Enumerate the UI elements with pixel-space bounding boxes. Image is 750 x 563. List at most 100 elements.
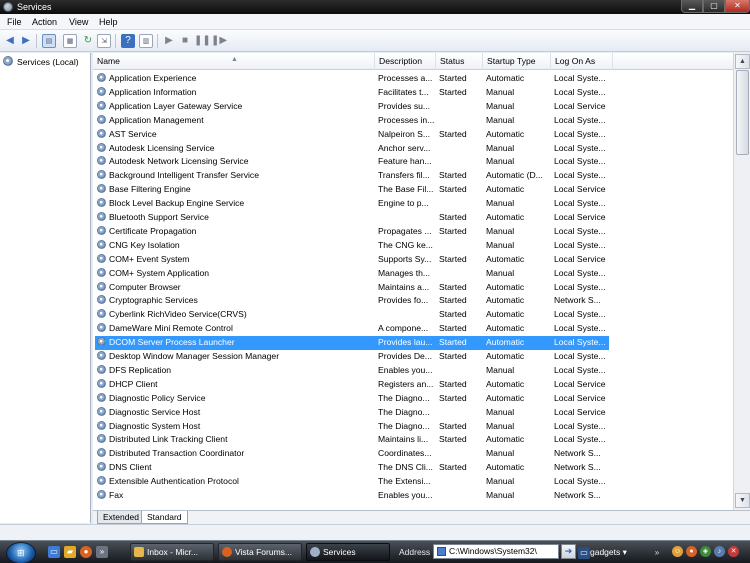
table-row[interactable]: Fax Enables you... Manual Network S... <box>93 489 738 503</box>
tab-extended[interactable]: Extended <box>97 511 145 524</box>
gear-icon <box>97 406 106 416</box>
table-row[interactable]: Background Intelligent Transfer Service T… <box>93 169 738 183</box>
minimize-button[interactable]: ▁ <box>681 0 703 13</box>
gear-icon <box>97 212 106 221</box>
service-log-on-as-text: Local Syste... <box>554 281 606 292</box>
restart-icon[interactable]: ❚▶ <box>211 34 227 48</box>
toolbar-separator <box>115 34 116 48</box>
table-row[interactable]: Application Layer Gateway Service Provide… <box>93 100 738 114</box>
forward-icon[interactable]: ▶ <box>19 34 33 48</box>
table-row[interactable]: Extensible Authentication Protocol The Ex… <box>93 475 738 489</box>
service-description-text: The DNS Cli... <box>378 462 433 473</box>
table-row[interactable]: Certificate Propagation Propagates ... Sta… <box>93 225 738 239</box>
service-description: Maintains li... <box>378 433 434 447</box>
table-row[interactable]: AST Service Nalpeiron S... Started Automati… <box>93 128 738 142</box>
address-toolbar-input[interactable]: C:\Windows\System32\ <box>433 544 559 559</box>
tab-standard[interactable]: Standard <box>141 511 188 524</box>
table-row[interactable]: Application Management Processes in... Man… <box>93 114 738 128</box>
properties-icon[interactable]: ▦ <box>63 34 77 48</box>
service-name: DCOM Server Process Launcher <box>97 336 375 350</box>
scroll-down-icon[interactable]: ▼ <box>735 493 750 508</box>
table-row[interactable]: Bluetooth Support Service Started Automati… <box>93 211 738 225</box>
table-row[interactable]: COM+ System Application Manages th... Manu… <box>93 267 738 281</box>
table-row[interactable]: Computer Browser Maintains a... Started Aut… <box>93 281 738 295</box>
menu-action[interactable]: Action <box>32 16 57 28</box>
task-inbox[interactable]: Inbox - Micr... <box>130 543 214 561</box>
table-row[interactable]: DNS Client The DNS Cli... Started Automatic… <box>93 461 738 475</box>
toolbar-overflow-icon[interactable]: » <box>651 547 663 559</box>
tray-network-icon[interactable]: ◈ <box>700 546 711 557</box>
export-icon[interactable]: ⇲ <box>97 34 111 48</box>
table-row[interactable]: Base Filtering Engine The Base Fil... Star… <box>93 183 738 197</box>
table-row[interactable]: Diagnostic Service Host The Diagno... Manu… <box>93 406 738 420</box>
menu-file[interactable]: File <box>7 16 22 28</box>
column-header-log-on-as[interactable]: Log On As <box>551 53 613 70</box>
menu-view[interactable]: View <box>69 16 88 28</box>
column-header-status[interactable]: Status <box>436 53 483 70</box>
service-startup-type: Automatic <box>486 72 550 86</box>
table-row[interactable]: Distributed Link Tracking Client Maintain… <box>93 433 738 447</box>
stop-icon[interactable]: ■ <box>178 34 192 48</box>
folder-icon[interactable]: ▰ <box>64 546 76 558</box>
table-row[interactable]: Cyberlink RichVideo Service(CRVS) Started… <box>93 308 738 322</box>
address-toolbar-icon[interactable]: ▭ <box>578 547 590 559</box>
table-row[interactable]: Autodesk Licensing Service Anchor serv...… <box>93 142 738 156</box>
scroll-thumb[interactable] <box>736 70 749 155</box>
column-header-startup-type[interactable]: Startup Type <box>483 53 551 70</box>
table-row[interactable]: Diagnostic Policy Service The Diagno... St… <box>93 392 738 406</box>
table-row[interactable]: Desktop Window Manager Session Manager Pr… <box>93 350 738 364</box>
service-startup-type-text: Manual <box>486 100 515 111</box>
tree-node-services-local[interactable]: Services (Local) <box>3 56 79 68</box>
table-row[interactable]: DameWare Mini Remote Control A compone...… <box>93 322 738 336</box>
quick-launch-more-icon[interactable]: » <box>96 546 108 558</box>
help-icon[interactable]: ? <box>121 34 135 48</box>
table-row[interactable]: Autodesk Network Licensing Service Featur… <box>93 155 738 169</box>
refresh-icon[interactable]: ↻ <box>81 34 95 48</box>
gadgets-toolbar-label[interactable]: gadgets ▾ <box>590 547 627 558</box>
service-description-text: Facilitates t... <box>378 86 429 97</box>
firefox-icon[interactable]: ● <box>80 546 92 558</box>
close-button[interactable]: ✕ <box>725 0 750 13</box>
show-desktop-icon[interactable]: ▭ <box>48 546 60 558</box>
task-services[interactable]: Services <box>306 543 390 561</box>
sort-ascending-icon: ▲ <box>231 56 238 63</box>
menu-help[interactable]: Help <box>99 16 118 28</box>
service-startup-type: Automatic <box>486 253 550 267</box>
table-row[interactable]: Block Level Backup Engine Service Engine … <box>93 197 738 211</box>
table-row[interactable]: COM+ Event System Supports Sy... Started Au… <box>93 253 738 267</box>
task-vista-forums[interactable]: Vista Forums... <box>218 543 302 561</box>
tray-volume-icon[interactable]: ♪ <box>714 546 725 557</box>
tray-firefox-icon[interactable]: ● <box>686 546 697 557</box>
play-icon[interactable]: ▶ <box>162 34 176 48</box>
column-header-label: Name <box>97 56 120 66</box>
scroll-up-icon[interactable]: ▲ <box>735 54 750 69</box>
vertical-scrollbar[interactable]: ▲ ▼ <box>733 53 750 510</box>
table-row[interactable]: Cryptographic Services Provides fo... Star… <box>93 294 738 308</box>
service-status-text: Started <box>439 86 467 97</box>
console-tree: Services (Local) <box>0 53 91 523</box>
start-button[interactable]: ⊞ <box>6 542 36 563</box>
table-row[interactable]: Application Experience Processes a... Star… <box>93 72 738 86</box>
table-row[interactable]: DCOM Server Process Launcher Provides lau… <box>93 336 738 350</box>
tray-messenger-icon[interactable]: ☺ <box>672 546 683 557</box>
column-header-name[interactable]: Name ▲ <box>93 53 375 70</box>
service-startup-type: Automatic <box>486 350 550 364</box>
service-description: The Extensi... <box>378 475 434 489</box>
console-tree-icon[interactable]: ▤ <box>42 34 56 48</box>
gear-icon <box>3 56 13 66</box>
pause-icon[interactable]: ❚❚ <box>194 34 211 48</box>
mmc-icon[interactable]: ▥ <box>139 34 153 48</box>
maximize-button[interactable]: ▢ <box>703 0 725 13</box>
table-row[interactable]: Distributed Transaction Coordinator Coord… <box>93 447 738 461</box>
table-row[interactable]: DHCP Client Registers an... Started Automat… <box>93 378 738 392</box>
table-row[interactable]: CNG Key Isolation The CNG ke... Manual Loca… <box>93 239 738 253</box>
back-icon[interactable]: ◀ <box>3 34 17 48</box>
column-header-description[interactable]: Description <box>375 53 436 70</box>
table-row[interactable]: DFS Replication Enables you... Manual Local… <box>93 364 738 378</box>
tray-security-icon[interactable]: ✕ <box>728 546 739 557</box>
table-row[interactable]: Application Information Facilitates t... S… <box>93 86 738 100</box>
service-log-on-as-text: Local Syste... <box>554 142 606 153</box>
table-row[interactable]: Diagnostic System Host The Diagno... Start… <box>93 420 738 434</box>
service-name-text: Computer Browser <box>109 281 181 292</box>
address-go-button[interactable]: ➔ <box>561 544 576 559</box>
